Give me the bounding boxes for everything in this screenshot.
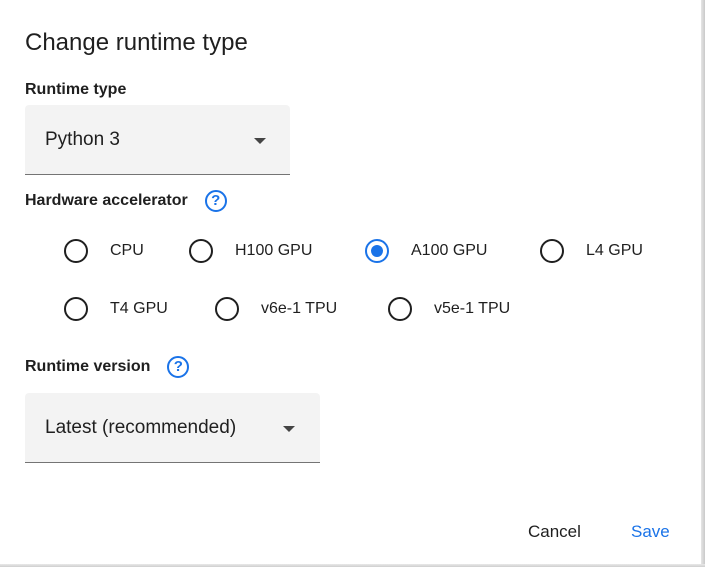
chevron-down-icon — [283, 426, 295, 432]
radio-button-selected[interactable] — [365, 239, 389, 263]
window-edge-right — [701, 0, 705, 567]
radio-label: L4 GPU — [586, 242, 643, 259]
runtime-version-label: Runtime version ? — [25, 356, 190, 378]
radio-option-cpu[interactable]: CPU — [64, 239, 144, 263]
radio-option-v5e-1-tpu[interactable]: v5e-1 TPU — [388, 297, 510, 321]
help-icon[interactable]: ? — [204, 190, 227, 212]
runtime-version-select[interactable]: Latest (recommended) — [25, 393, 320, 463]
radio-option-t4-gpu[interactable]: T4 GPU — [64, 297, 168, 321]
radio-option-h100-gpu[interactable]: H100 GPU — [189, 239, 312, 263]
radio-button[interactable] — [64, 297, 88, 321]
radio-button[interactable] — [540, 239, 564, 263]
radio-label: CPU — [110, 242, 144, 259]
radio-option-v6e-1-tpu[interactable]: v6e-1 TPU — [215, 297, 337, 321]
hardware-accelerator-label-text: Hardware accelerator — [25, 192, 188, 209]
radio-label: v6e-1 TPU — [261, 300, 338, 317]
change-runtime-dialog: Change runtime type Runtime type Python … — [0, 0, 701, 564]
radio-label: H100 GPU — [235, 242, 313, 259]
chevron-down-icon — [254, 138, 266, 144]
help-icon[interactable]: ? — [167, 356, 190, 378]
radio-button[interactable] — [215, 297, 239, 321]
dialog-title: Change runtime type — [25, 29, 248, 56]
hardware-accelerator-label: Hardware accelerator ? — [25, 190, 227, 212]
runtime-type-select[interactable]: Python 3 — [25, 105, 290, 175]
cancel-button[interactable]: Cancel — [528, 521, 581, 543]
runtime-type-label: Runtime type — [25, 80, 126, 100]
radio-option-a100-gpu[interactable]: A100 GPU — [365, 239, 487, 263]
radio-label: A100 GPU — [411, 242, 488, 259]
radio-button[interactable] — [189, 239, 213, 263]
radio-label: v5e-1 TPU — [434, 300, 511, 317]
runtime-type-value: Python 3 — [45, 128, 120, 150]
radio-label: T4 GPU — [110, 300, 168, 317]
runtime-type-label-text: Runtime type — [25, 81, 127, 98]
runtime-version-value: Latest (recommended) — [45, 416, 237, 438]
save-button[interactable]: Save — [631, 521, 670, 543]
radio-button[interactable] — [388, 297, 412, 321]
radio-button[interactable] — [64, 239, 88, 263]
radio-option-l4-gpu[interactable]: L4 GPU — [540, 239, 643, 263]
runtime-version-label-text: Runtime version — [25, 358, 151, 375]
